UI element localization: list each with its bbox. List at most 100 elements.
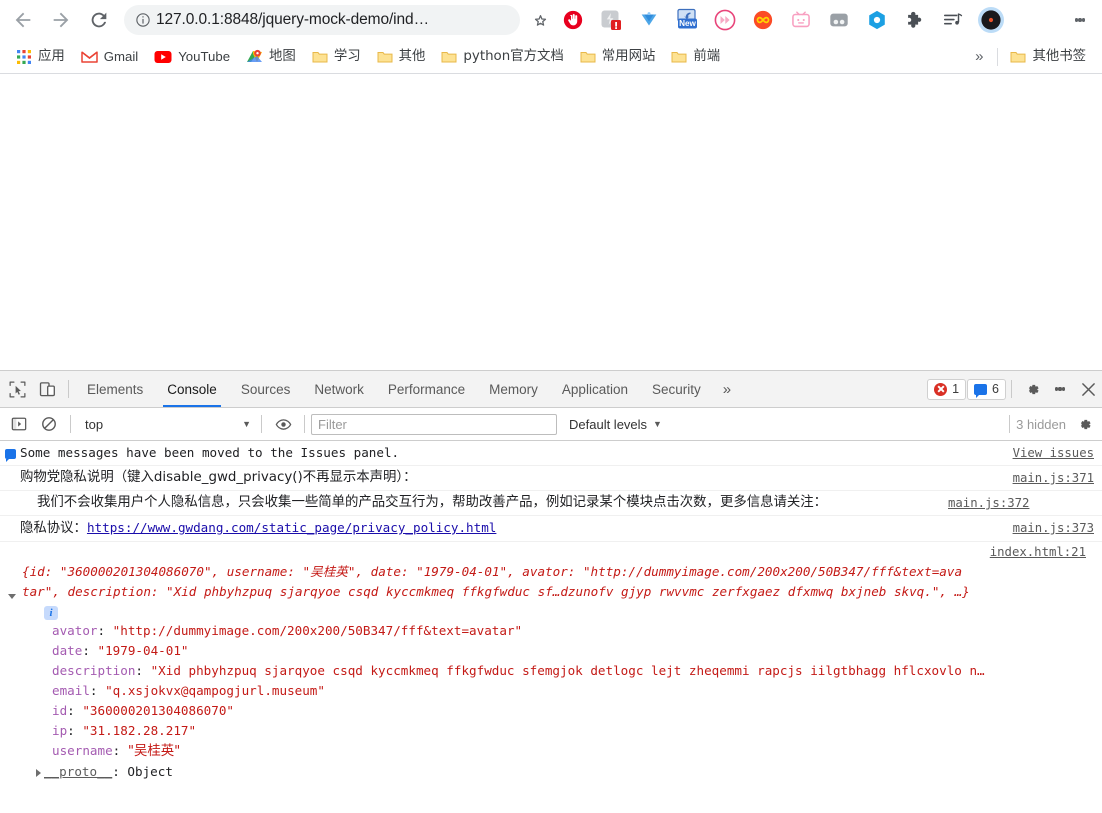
close-icon[interactable] [1074, 375, 1102, 403]
playlist-icon[interactable] [939, 6, 967, 34]
bookmark-folder-frontend[interactable]: 前端 [663, 44, 728, 70]
bookmark-other-bookmarks[interactable]: 其他书签 [1002, 44, 1094, 70]
tab-application[interactable]: Application [550, 371, 640, 407]
proto-name: __proto__ [44, 764, 113, 779]
bookmark-apps[interactable]: 应用 [8, 44, 73, 70]
forward-button[interactable] [45, 4, 77, 36]
bookmark-gmail[interactable]: Gmail [73, 44, 146, 70]
info-circle-icon[interactable] [132, 12, 154, 28]
source-link[interactable]: main.js:373 [1013, 518, 1102, 538]
source-link[interactable]: main.js:371 [1013, 468, 1102, 488]
tampermonkey-icon[interactable] [635, 6, 663, 34]
object-preview-line-2[interactable]: tar", description: "Xid phbyhzpuq sjarqy… [22, 582, 1102, 602]
bilibili-tv-icon[interactable] [787, 6, 815, 34]
inspect-element-icon[interactable] [2, 374, 32, 404]
back-button[interactable] [7, 4, 39, 36]
gear-icon[interactable] [1018, 375, 1046, 403]
live-expression-eye-icon[interactable] [268, 409, 298, 439]
console-settings-gear-icon[interactable] [1070, 410, 1098, 438]
console-log-list[interactable]: Some messages have been moved to the Iss… [0, 441, 1102, 803]
browser-chrome: 127.0.0.1:8848/jquery-mock-demo/ind… New… [0, 0, 1102, 74]
privacy-policy-link[interactable]: https://www.gwdang.com/static_page/priva… [87, 520, 496, 535]
blue-hexagon-icon[interactable] [863, 6, 891, 34]
message-gutter [0, 493, 20, 495]
object-property-row[interactable]: username: "吴桂英" [0, 741, 1102, 762]
object-property-row[interactable]: email: "q.xsjokvx@qampogjurl.museum" [0, 681, 1102, 701]
object-property-row[interactable]: ip: "31.182.28.217" [0, 721, 1102, 741]
tab-memory[interactable]: Memory [477, 371, 550, 407]
new-feature-icon[interactable]: New [673, 6, 701, 34]
address-bar[interactable]: 127.0.0.1:8848/jquery-mock-demo/ind… [124, 5, 520, 35]
console-message-row[interactable]: 我们不会收集用户个人隐私信息，只会收集一些简单的产品交互行为，帮助改善产品，例如… [0, 491, 1102, 516]
toggle-device-toolbar-icon[interactable] [32, 374, 62, 404]
bookmark-folder-common-sites[interactable]: 常用网站 [572, 44, 664, 70]
bookmark-label: 其他 [398, 48, 426, 64]
console-message-row[interactable]: 隐私协议：https://www.gwdang.com/static_page/… [0, 516, 1102, 542]
bookmarks-bar: 应用 Gmail YouTube 地图 学习 其他 python官方文档 常用网… [0, 40, 1102, 74]
property-name: id [52, 703, 68, 718]
bookmark-folder-python-docs[interactable]: python官方文档 [433, 44, 571, 70]
bookmark-star-icon[interactable] [526, 6, 554, 34]
bookmark-label: 常用网站 [601, 48, 656, 64]
info-message-flag-icon [4, 449, 16, 462]
bookmark-label: 地图 [269, 48, 296, 64]
page-viewport [0, 74, 1102, 371]
log-level-selector[interactable]: Default levels ▼ [569, 417, 662, 432]
video-speed-icon[interactable] [711, 6, 739, 34]
object-proto-row[interactable]: __proto__: Object [0, 762, 1102, 782]
property-name: username [52, 743, 113, 758]
more-options-icon[interactable] [1046, 375, 1074, 403]
property-name: email [52, 683, 90, 698]
message-flag-icon [974, 383, 988, 398]
more-tabs-button[interactable]: » [713, 381, 741, 398]
source-link[interactable]: index.html:21 [990, 542, 1094, 562]
tab-elements[interactable]: Elements [75, 371, 155, 407]
tab-security[interactable]: Security [640, 371, 713, 407]
reload-button[interactable] [83, 4, 115, 36]
message-count-badge[interactable]: 6 [967, 378, 1006, 400]
filterbar-divider-2 [261, 415, 262, 433]
bookmark-label: YouTube [178, 48, 231, 64]
puzzle-piece-icon[interactable] [901, 6, 929, 34]
adblock-icon[interactable] [559, 6, 587, 34]
expand-triangle-icon[interactable] [36, 768, 41, 777]
property-value: "http://dummyimage.com/200x200/50B347/ff… [112, 623, 523, 638]
source-link[interactable]: main.js:372 [948, 493, 1037, 513]
console-message-row[interactable]: 购物党隐私说明（键入disable_gwd_privacy()不再显示本声明）：… [0, 466, 1102, 491]
object-property-row[interactable]: id: "360000201304086070" [0, 701, 1102, 721]
vinyl-record-icon[interactable] [977, 6, 1005, 34]
console-message-row[interactable]: Some messages have been moved to the Iss… [0, 441, 1102, 466]
filter-input[interactable] [311, 413, 557, 435]
tab-network[interactable]: Network [302, 371, 376, 407]
expand-triangle-icon[interactable] [8, 594, 16, 599]
info-badge-icon[interactable]: i [44, 606, 58, 620]
bookmark-label: 前端 [693, 48, 721, 64]
bookmark-youtube[interactable]: YouTube [146, 44, 238, 70]
bookmark-folder-other[interactable]: 其他 [369, 44, 434, 70]
object-log-entry[interactable]: index.html:21 {id: "360000201304086070",… [0, 542, 1102, 784]
bookmark-maps[interactable]: 地图 [238, 44, 304, 70]
object-property-row[interactable]: date: "1979-04-01" [0, 641, 1102, 661]
error-count-badge[interactable]: 1 [927, 378, 967, 400]
object-property-row[interactable]: avator: "http://dummyimage.com/200x200/5… [0, 621, 1102, 641]
bookmark-label: 其他书签 [1032, 48, 1086, 64]
bookmark-label: Gmail [103, 48, 139, 64]
tab-console[interactable]: Console [155, 371, 229, 407]
property-name: avator [52, 623, 98, 638]
tab-sources[interactable]: Sources [229, 371, 303, 407]
message-gutter [0, 443, 20, 462]
object-property-row[interactable]: description: "Xid phbyhzpuq sjarqyoe csq… [0, 661, 1102, 681]
chevron-down-icon: ▼ [653, 419, 662, 429]
console-sidebar-icon[interactable] [4, 409, 34, 439]
view-issues-link[interactable]: View issues [1013, 443, 1102, 463]
clear-console-icon[interactable] [34, 409, 64, 439]
chrome-menu-kebab-icon[interactable] [1066, 6, 1094, 34]
infinity-icon[interactable] [749, 6, 777, 34]
bookmark-folder-study[interactable]: 学习 [304, 44, 369, 70]
extension-warning-icon[interactable] [597, 6, 625, 34]
object-preview-line-1[interactable]: {id: "360000201304086070", username: "吴桂… [0, 562, 1102, 582]
grey-capsule-icon[interactable] [825, 6, 853, 34]
bookmarks-overflow-button[interactable]: » [965, 48, 993, 65]
tab-performance[interactable]: Performance [376, 371, 477, 407]
execution-context-selector[interactable]: top ▼ [77, 413, 255, 435]
